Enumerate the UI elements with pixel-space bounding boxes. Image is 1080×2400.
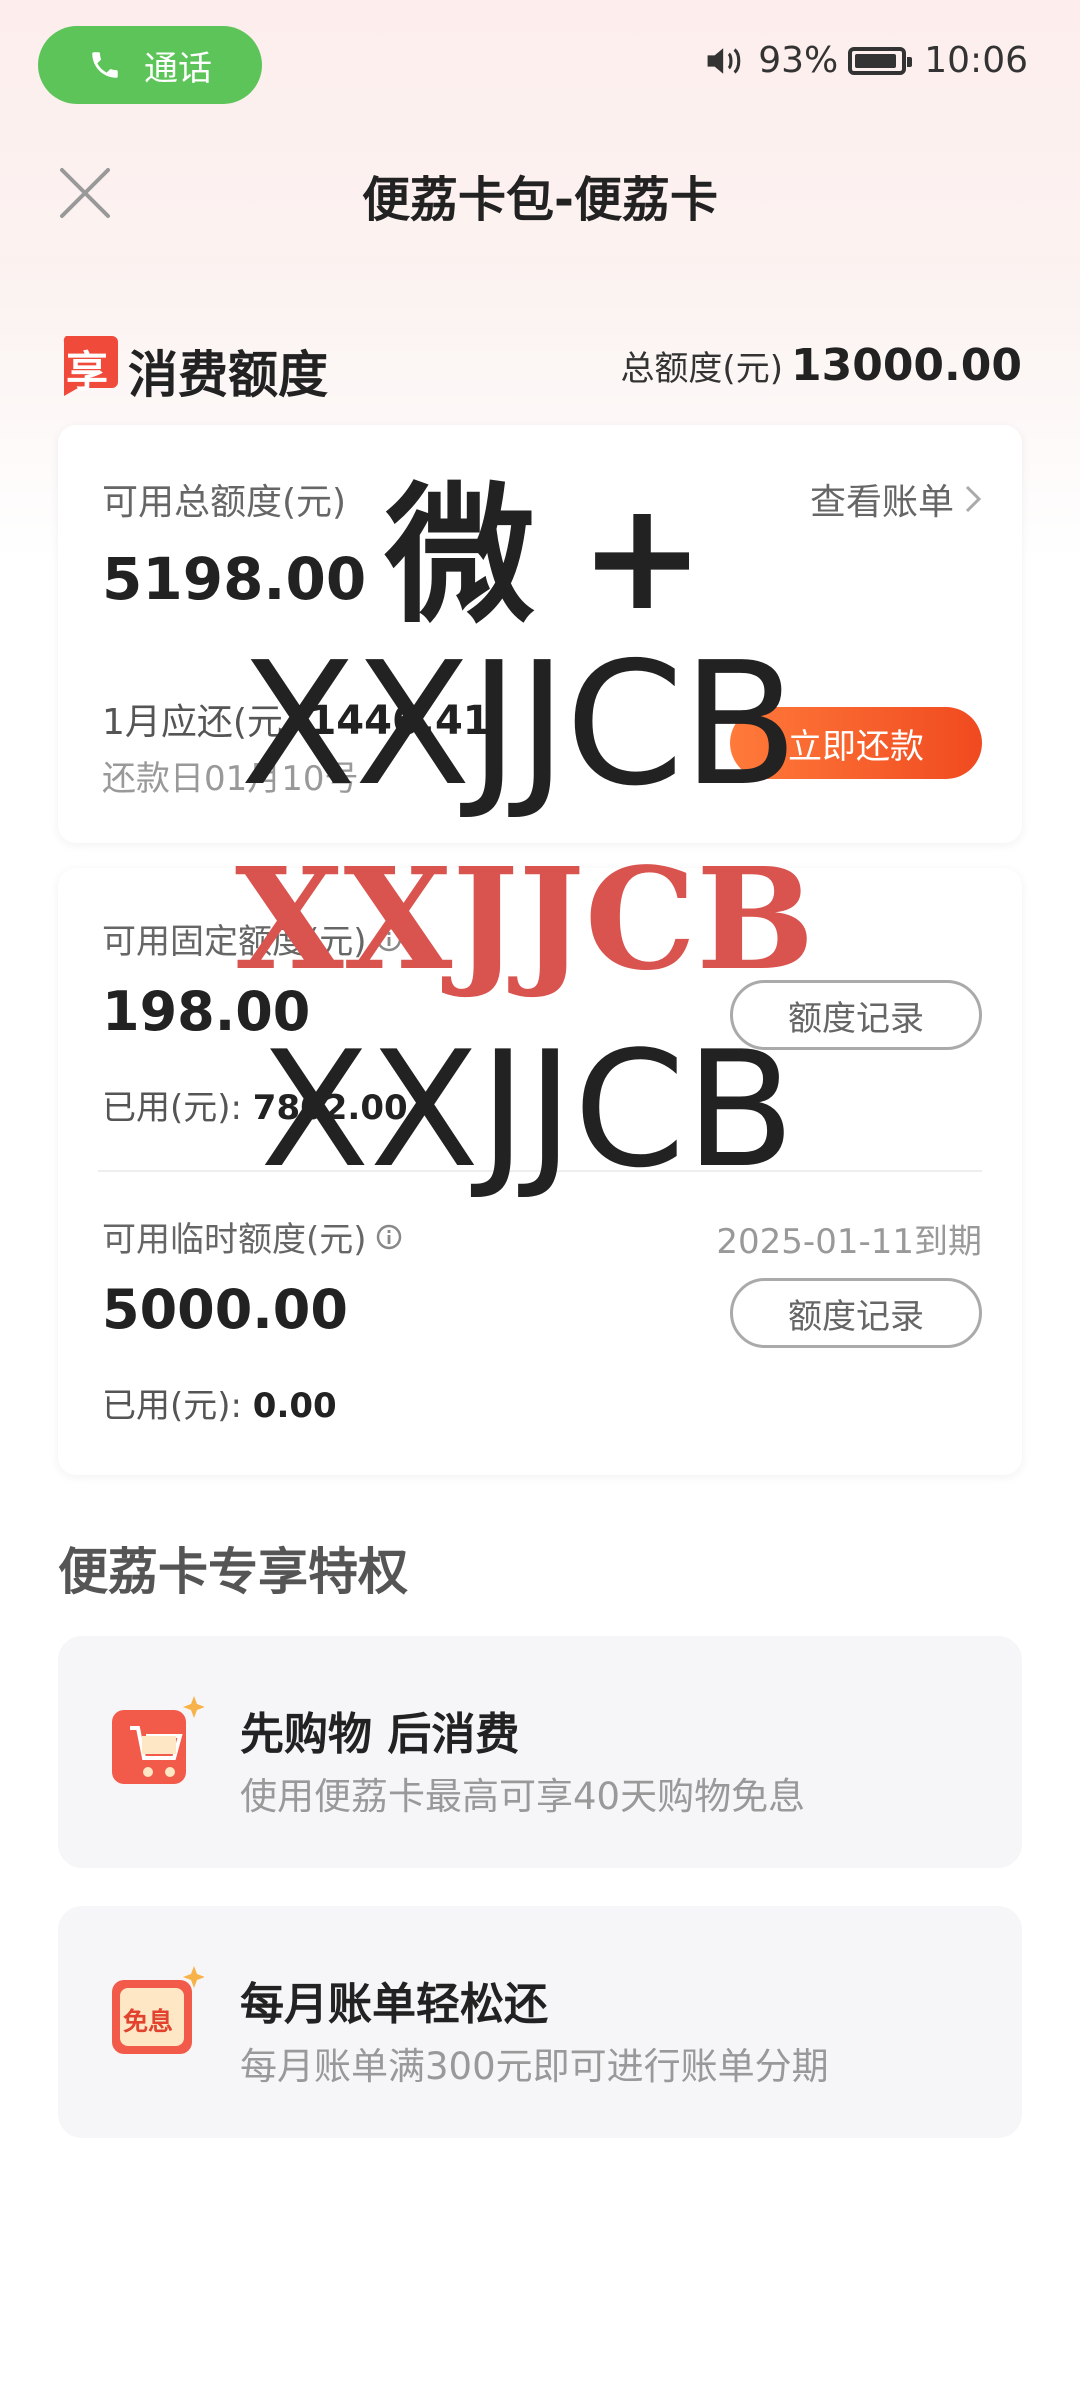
battery-icon [848, 46, 913, 75]
battery-level [855, 53, 897, 68]
clock: 10:06 [924, 40, 1028, 81]
privilege-subtitle: 使用便荔卡最高可享40天购物免息 [240, 1775, 806, 1818]
fixed-used-label: 已用(元): [102, 1088, 242, 1128]
section-title: 消费额度 [128, 346, 328, 404]
temp-used-line: 已用(元): 0.00 [102, 1378, 337, 1427]
watermark-line3: XXJJCB [235, 838, 815, 1002]
page-title: 便荔卡包-便荔卡 [362, 172, 718, 228]
interest-free-badge: 免息 [123, 2007, 174, 2036]
phone-icon [92, 52, 118, 78]
battery-percent: 93% [758, 40, 839, 81]
interest-free-icon: 免息 [108, 1962, 204, 2072]
temp-credit-expiry: 2025-01-11到期 [716, 1222, 982, 1262]
temp-credit-label: 可用临时额度(元) [102, 1212, 403, 1261]
temp-credit-value: 5000.00 [102, 1278, 348, 1341]
available-total-value: 5198.00 [102, 545, 367, 613]
privilege-card-installment[interactable]: 免息 每月账单轻松还 每月账单满300元即可进行账单分期 [58, 1906, 1022, 2138]
available-total-label: 可用总额度(元) [102, 482, 347, 523]
privilege-subtitle: 每月账单满300元即可进行账单分期 [240, 2045, 829, 2088]
total-credit-label: 总额度(元) [620, 349, 783, 389]
temp-credit-record-button[interactable]: 额度记录 [730, 1278, 982, 1348]
call-label: 通话 [144, 48, 212, 89]
watermark-line1: 微 + [385, 470, 705, 644]
info-icon[interactable] [375, 1223, 403, 1251]
chevron-right-icon [965, 485, 982, 513]
temp-credit-label-text: 可用临时额度(元) [102, 1220, 367, 1260]
watermark-line2: XXJJCB [240, 626, 799, 824]
privileges-title: 便荔卡专享特权 [58, 1543, 408, 1601]
enjoy-icon-char: 享 [66, 347, 109, 396]
view-bill-link[interactable]: 查看账单 [810, 473, 982, 525]
call-pill[interactable]: 通话 [38, 26, 262, 104]
privilege-card-shopping[interactable]: 先购物 后消费 使用便荔卡最高可享40天购物免息 [58, 1636, 1022, 1868]
temp-used-value: 0.00 [252, 1386, 337, 1426]
total-credit: 总额度(元) 13000.00 [620, 340, 1022, 391]
shopping-cart-icon [112, 1696, 204, 1784]
privilege-title: 先购物 后消费 [240, 1709, 520, 1760]
total-credit-value: 13000.00 [790, 340, 1022, 391]
privilege-title: 每月账单轻松还 [240, 1979, 548, 2030]
enjoy-icon: 享 [58, 334, 120, 396]
watermark-line4: XXJJCB [260, 1016, 796, 1203]
status-bar: 93% 10:06 [704, 40, 1028, 81]
volume-icon [707, 47, 741, 74]
view-bill-label: 查看账单 [809, 482, 954, 523]
temp-used-label: 已用(元): [102, 1386, 242, 1426]
